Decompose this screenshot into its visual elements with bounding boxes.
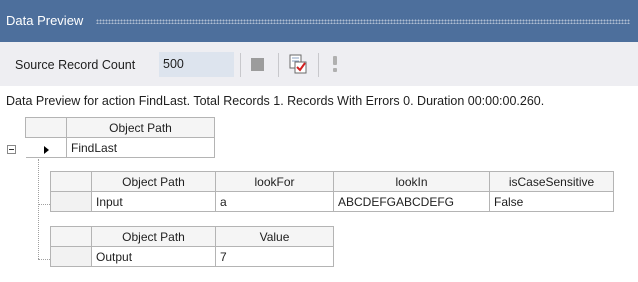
row-selector[interactable] (50, 246, 92, 267)
lookfor-cell[interactable]: a (215, 191, 334, 212)
output-grid-corner (50, 226, 92, 247)
errors-button[interactable] (328, 53, 342, 75)
object-path-cell[interactable]: FindLast (66, 137, 215, 158)
current-row-arrow-icon (44, 146, 49, 154)
title-bar[interactable]: Data Preview (0, 0, 638, 42)
column-header-lookin[interactable]: lookIn (333, 171, 490, 192)
row-selector[interactable] (50, 191, 92, 212)
column-header-object-path[interactable]: Object Path (91, 226, 216, 247)
lookin-cell[interactable]: ABCDEFGABCDEFG (333, 191, 490, 212)
preview-summary: Data Preview for action FindLast. Total … (6, 94, 545, 108)
column-header-value[interactable]: Value (215, 226, 334, 247)
window-title: Data Preview (6, 13, 84, 28)
source-record-count-label: Source Record Count (15, 58, 136, 72)
column-header-object-path[interactable]: Object Path (66, 117, 215, 138)
tree-connector (38, 259, 50, 261)
column-header-lookfor[interactable]: lookFor (215, 171, 334, 192)
tree-connector (38, 159, 40, 259)
toolbar-separator (240, 53, 241, 77)
iscasesensitive-cell[interactable]: False (489, 191, 614, 212)
input-grid-corner (50, 171, 92, 192)
root-grid: Object Path FindLast (25, 117, 215, 158)
document-check-icon (289, 54, 307, 74)
input-grid: Object Path lookFor lookIn isCaseSensiti… (50, 171, 614, 212)
toolbar-separator (318, 53, 319, 77)
stop-button[interactable] (248, 55, 268, 75)
tree-connector (38, 204, 50, 206)
toolbar: Source Record Count 500 (0, 42, 638, 86)
toolbar-separator (278, 53, 279, 77)
value-cell[interactable]: 7 (215, 246, 334, 267)
root-grid-corner (25, 117, 67, 138)
input-object-path-cell[interactable]: Input (91, 191, 216, 212)
column-header-iscasesensitive[interactable]: isCaseSensitive (489, 171, 614, 192)
stop-icon (251, 58, 264, 71)
title-grip (96, 19, 630, 24)
preview-button[interactable] (287, 53, 309, 75)
output-grid: Object Path Value Output 7 (50, 226, 334, 267)
collapse-toggle[interactable] (7, 145, 16, 154)
source-record-count-value: 500 (163, 57, 184, 71)
column-header-object-path[interactable]: Object Path (91, 171, 216, 192)
source-record-count-input[interactable]: 500 (159, 52, 234, 77)
exclamation-icon (333, 56, 337, 72)
output-object-path-cell[interactable]: Output (91, 246, 216, 267)
